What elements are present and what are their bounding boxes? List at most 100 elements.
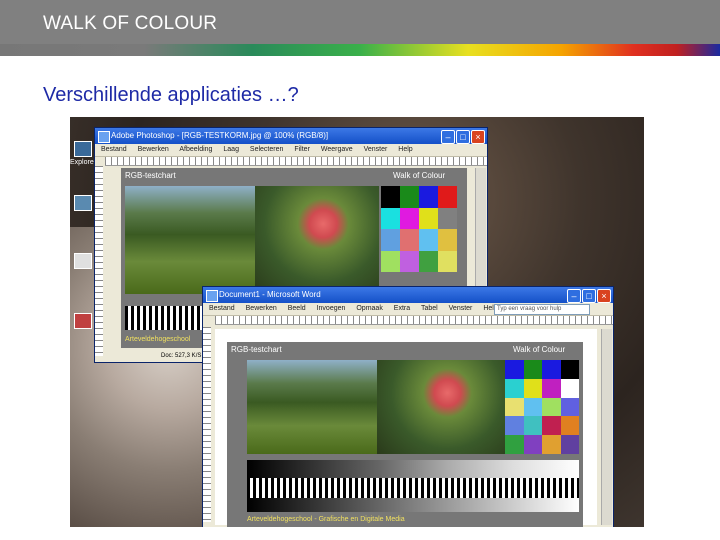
color-swatch [542, 397, 561, 417]
chart-label-right: Walk of Colour [513, 345, 566, 354]
menu-item[interactable]: Beeld [288, 305, 306, 312]
color-swatch [523, 435, 542, 454]
color-swatch [523, 360, 542, 379]
landscape-photo [125, 186, 257, 294]
photoshop-menubar: Bestand Bewerken Afbeelding Laag Selecte… [95, 144, 487, 157]
color-swatch-grid [381, 186, 457, 294]
desktop-icon-label: Explorer [70, 159, 97, 166]
color-swatch [505, 435, 524, 454]
menu-item[interactable]: Afbeelding [179, 146, 212, 153]
menu-item[interactable]: Bestand [101, 146, 127, 153]
chart-footer: Arteveldehogeschool - Grafische en Digit… [247, 516, 405, 523]
rainbow-stripe [0, 44, 720, 56]
color-swatch [560, 416, 579, 436]
color-swatch [560, 360, 579, 379]
vertical-ruler [95, 166, 103, 356]
menu-item[interactable]: Filter [294, 146, 310, 153]
shortcut-icon[interactable] [74, 313, 92, 329]
photoshop-title: Adobe Photoshop - [RGB-TESTKORM.jpg @ 10… [111, 131, 329, 140]
color-swatch [560, 397, 579, 417]
color-swatch [523, 397, 542, 417]
color-swatch [542, 435, 561, 454]
help-search-input[interactable]: Typ een vraag voor hulp [494, 304, 590, 315]
color-swatch [542, 378, 561, 398]
word-menubar: Bestand Bewerken Beeld Invoegen Opmaak E… [203, 303, 613, 316]
color-swatch [523, 378, 542, 398]
menu-item[interactable]: Selecteren [250, 146, 283, 153]
menu-item[interactable]: Help [398, 146, 412, 153]
maximize-button[interactable]: □ [582, 289, 596, 303]
explorer-icon[interactable] [74, 141, 92, 157]
chart-footer: Arteveldehogeschool [125, 336, 191, 343]
color-swatch [438, 229, 457, 251]
word-title: Document1 - Microsoft Word [219, 290, 321, 299]
menu-item[interactable]: Tabel [421, 305, 438, 312]
color-swatch [419, 207, 438, 230]
landscape-photo [247, 360, 377, 454]
close-button[interactable]: × [597, 289, 611, 303]
rose-photo [255, 186, 379, 294]
page-title: WALK OF COLOUR [43, 13, 218, 34]
color-swatch [419, 250, 438, 273]
color-swatch [542, 416, 561, 436]
color-swatch [505, 378, 524, 398]
status-text: Doc: 527,3 K/S [161, 353, 202, 359]
menu-item[interactable]: Bewerken [138, 146, 169, 153]
color-swatch [381, 250, 400, 273]
color-swatch [400, 229, 419, 251]
color-swatch-grid [505, 360, 579, 454]
resolution-bars [247, 478, 579, 498]
color-swatch [381, 229, 400, 251]
color-swatch [560, 435, 579, 454]
horizontal-ruler [105, 157, 487, 166]
color-swatch [505, 397, 524, 417]
slide-subtitle: Verschillende applicaties …? [43, 84, 299, 106]
color-swatch [419, 229, 438, 251]
menu-item[interactable]: Opmaak [356, 305, 382, 312]
word-titlebar[interactable]: Document1 - Microsoft Word – □ × [203, 287, 613, 303]
vertical-ruler [203, 327, 211, 522]
maximize-button[interactable]: □ [456, 130, 470, 144]
minimize-button[interactable]: – [441, 130, 455, 144]
color-swatch [523, 416, 542, 436]
minimize-button[interactable]: – [567, 289, 581, 303]
rose-photo [377, 360, 505, 454]
color-swatch [560, 378, 579, 398]
word-window: Document1 - Microsoft Word – □ × Bestand… [202, 286, 614, 527]
menu-item[interactable]: Invoegen [317, 305, 346, 312]
document-icon[interactable] [74, 253, 92, 269]
color-swatch [505, 360, 524, 379]
color-swatch [438, 250, 457, 273]
menu-item[interactable]: Bewerken [246, 305, 277, 312]
chart-label-left: RGB-testchart [125, 171, 176, 180]
grayscale-gradient [247, 498, 579, 512]
chart-label-left: RGB-testchart [231, 345, 282, 354]
color-swatch [542, 360, 561, 379]
grayscale-steps [247, 460, 579, 478]
color-swatch [400, 186, 419, 208]
photoshop-titlebar[interactable]: Adobe Photoshop - [RGB-TESTKORM.jpg @ 10… [95, 128, 487, 144]
color-swatch [438, 207, 457, 230]
header-bar: WALK OF COLOUR [0, 0, 720, 44]
vertical-scrollbar[interactable] [601, 329, 612, 525]
chart-label-right: Walk of Colour [393, 171, 446, 180]
color-swatch [381, 207, 400, 230]
horizontal-ruler [215, 316, 613, 325]
desktop-screenshot: Explorer Adobe Photoshop - [RGB-TESTKORM… [70, 117, 644, 527]
photoshop-app-icon [98, 131, 110, 143]
folder-icon[interactable] [74, 195, 92, 211]
color-swatch [438, 186, 457, 208]
close-button[interactable]: × [471, 130, 485, 144]
menu-item[interactable]: Bestand [209, 305, 235, 312]
color-swatch [400, 207, 419, 230]
word-app-icon [206, 290, 218, 302]
menu-item[interactable]: Laag [223, 146, 239, 153]
word-embedded-chart: RGB-testchart Walk of Colour Arteveldeho… [227, 342, 583, 527]
menu-item[interactable]: Weergave [321, 146, 353, 153]
menu-item[interactable]: Venster [449, 305, 473, 312]
color-swatch [381, 186, 400, 208]
color-swatch [505, 416, 524, 436]
color-swatch [419, 186, 438, 208]
menu-item[interactable]: Extra [394, 305, 410, 312]
menu-item[interactable]: Venster [364, 146, 388, 153]
